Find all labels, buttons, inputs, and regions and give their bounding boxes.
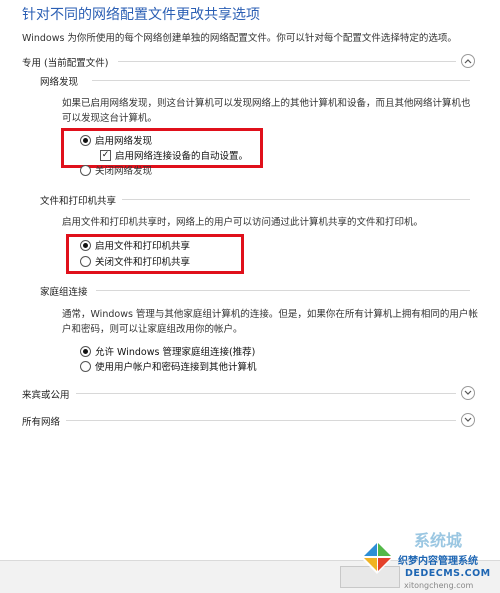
file-sharing-text: 启用文件和打印机共享时，网络上的用户可以访问通过此计算机共享的文件和打印机。 bbox=[62, 217, 424, 228]
radio-unselected-icon bbox=[80, 164, 91, 176]
radio-selected-icon bbox=[80, 134, 91, 146]
discovery-heading: 网络发现 bbox=[40, 77, 79, 88]
checkbox-checked-icon: ✓ bbox=[100, 149, 111, 161]
section-guest-label[interactable]: 来宾或公用 bbox=[22, 387, 70, 401]
chevron-up-icon bbox=[464, 59, 472, 64]
radio-discovery-off[interactable]: 关闭网络发现 bbox=[80, 163, 152, 177]
section-private-label: 专用 (当前配置文件) bbox=[22, 58, 109, 69]
expand-guest-button[interactable] bbox=[461, 386, 475, 400]
expand-all-button[interactable] bbox=[461, 413, 475, 427]
windows-logo-icon bbox=[360, 540, 394, 578]
radio-selected-icon bbox=[80, 239, 91, 251]
homegroup-text: 通常，Windows 管理与其他家庭组计算机的连接。但是，如果你在所有计算机上拥… bbox=[62, 309, 478, 335]
section-all-divider bbox=[66, 420, 456, 421]
radio-homegroup-windows[interactable]: 允许 Windows 管理家庭组连接(推荐) bbox=[80, 344, 255, 358]
watermark-line1: 织梦内容管理系统 bbox=[398, 556, 478, 567]
radio-unselected-icon bbox=[80, 255, 91, 267]
homegroup-heading: 家庭组连接 bbox=[40, 287, 88, 298]
discovery-text: 如果已启用网络发现，则这台计算机可以发现网络上的其他计算机和设备，而且其他网络计… bbox=[62, 98, 471, 124]
homegroup-divider bbox=[96, 290, 470, 291]
radio-unselected-icon bbox=[80, 360, 91, 372]
section-all-label[interactable]: 所有网络 bbox=[22, 414, 60, 428]
chevron-down-icon bbox=[464, 390, 472, 395]
radio-selected-icon bbox=[80, 345, 91, 357]
file-sharing-divider bbox=[122, 199, 470, 200]
chevron-down-icon bbox=[464, 417, 472, 422]
radio-file-sharing-off[interactable]: 关闭文件和打印机共享 bbox=[80, 254, 190, 268]
checkbox-auto-setup[interactable]: ✓ 启用网络连接设备的自动设置。 bbox=[100, 148, 248, 162]
discovery-divider bbox=[92, 80, 470, 81]
page-title: 针对不同的网络配置文件更改共享选项 bbox=[22, 7, 260, 23]
section-private-divider bbox=[118, 61, 456, 62]
radio-file-sharing-on[interactable]: 启用文件和打印机共享 bbox=[80, 238, 190, 252]
watermark-line2: DEDECMS.COM bbox=[405, 568, 491, 579]
page-description: Windows 为你所使用的每个网络创建单独的网络配置文件。你可以针对每个配置文… bbox=[22, 33, 457, 44]
radio-homegroup-account[interactable]: 使用用户帐户和密码连接到其他计算机 bbox=[80, 359, 257, 373]
watermark-url: xitongcheng.com bbox=[404, 581, 474, 590]
section-guest-divider bbox=[76, 393, 456, 394]
watermark-brand: 系统城 bbox=[414, 531, 463, 550]
file-sharing-heading: 文件和打印机共享 bbox=[40, 196, 117, 207]
radio-discovery-on[interactable]: 启用网络发现 bbox=[80, 133, 152, 147]
collapse-private-button[interactable] bbox=[461, 54, 475, 68]
